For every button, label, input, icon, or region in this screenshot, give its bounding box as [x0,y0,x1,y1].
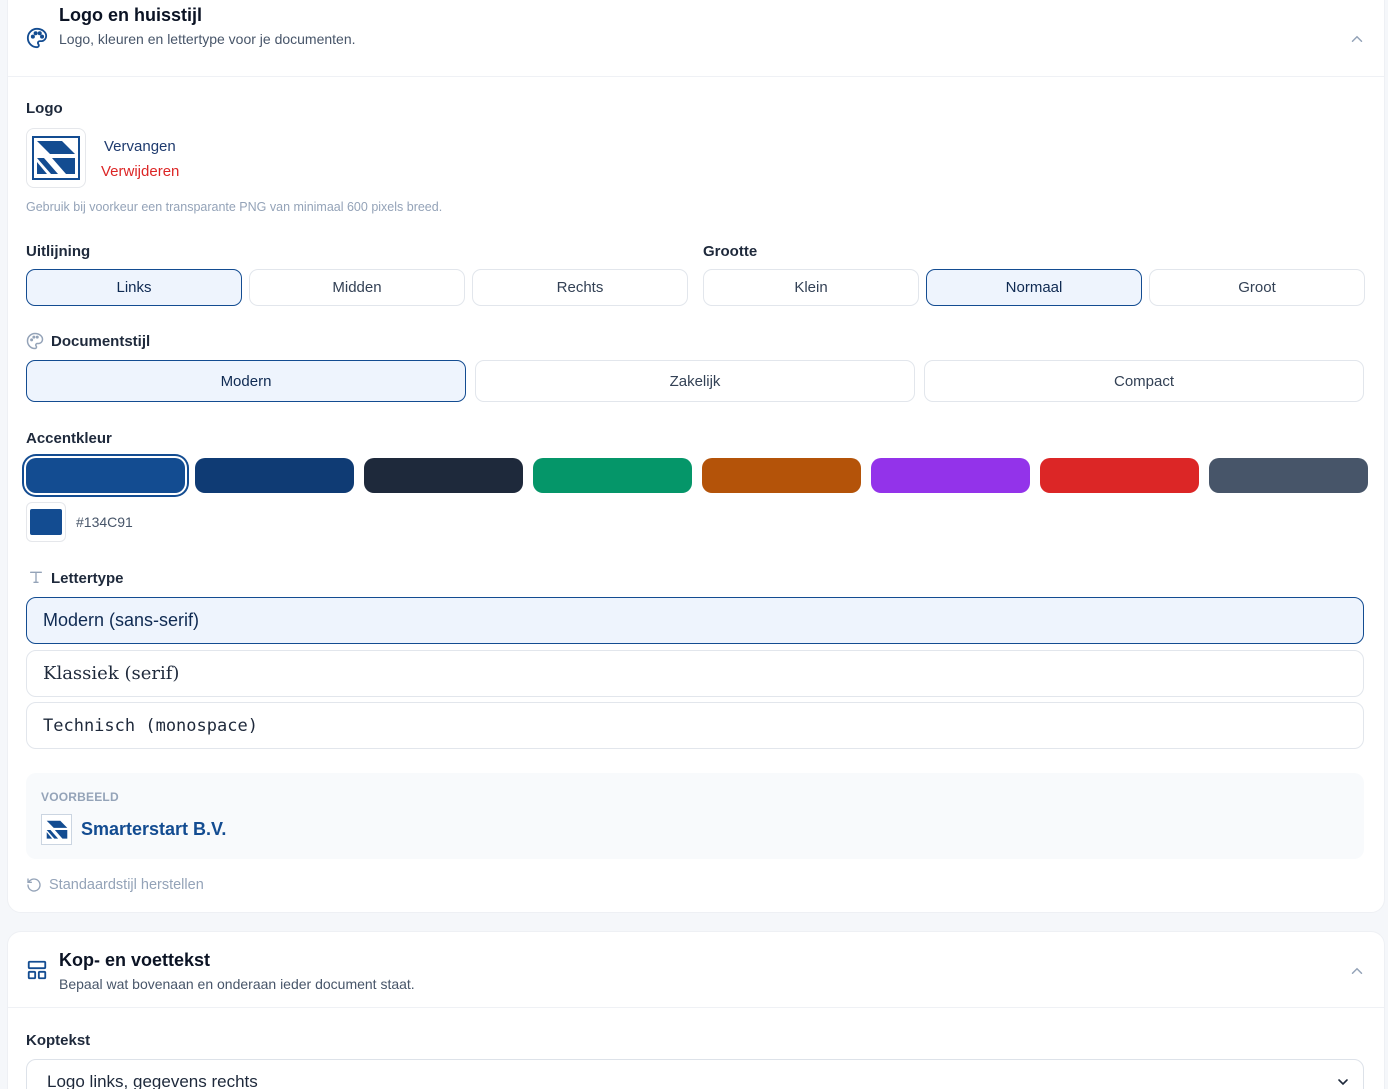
section-subtitle: Logo, kleuren en lettertype voor je docu… [59,31,356,47]
size-option-groot[interactable]: Groot [1149,269,1365,306]
logo-icon [32,136,80,180]
accent-swatch[interactable] [702,458,861,493]
palette-icon [26,27,48,49]
accent-swatch[interactable] [364,458,523,493]
branding-card-header[interactable]: Logo en huisstijl Logo, kleuren en lette… [8,1,1384,77]
section-title: Kop- en voettekst [59,950,211,970]
layout-icon [27,960,47,980]
accent-swatch[interactable] [871,458,1030,493]
logo-icon [46,820,67,839]
custom-color-picker[interactable] [26,502,66,542]
size-option-klein[interactable]: Klein [703,269,919,306]
section-title: Logo en huisstijl [59,5,202,25]
header-footer-card: Kop- en voettekst Bepaal wat bovenaan en… [7,931,1385,1089]
reset-style-button[interactable]: Standaardstijl herstellen [26,877,204,893]
reset-style-label: Standaardstijl herstellen [49,877,204,893]
alignment-option-rechts[interactable]: Rechts [472,269,688,306]
chevron-up-icon[interactable] [1348,30,1366,48]
header-footer-card-header[interactable]: Kop- en voettekst Bepaal wat bovenaan en… [8,932,1384,1008]
doc-style-option-compact[interactable]: Compact [924,360,1364,402]
reset-icon [27,878,41,892]
remove-logo-button[interactable]: Verwijderen [101,163,179,180]
doc-style-label: Documentstijl [51,333,151,350]
logo-label: Logo [26,100,63,117]
accent-label: Accentkleur [26,430,112,447]
style-preview: VOORBEELD Smarterstart B.V. [26,773,1364,859]
type-icon [30,571,42,583]
header-text-value: Logo links, gegevens rechts [47,1072,258,1089]
accent-swatch[interactable] [26,458,185,493]
preview-label: VOORBEELD [41,790,119,804]
section-subtitle: Bepaal wat bovenaan en onderaan ieder do… [59,976,415,992]
accent-swatch[interactable] [195,458,354,493]
alignment-label: Uitlijning [26,243,91,260]
font-option-serif[interactable]: Klassiek (serif) [26,650,1364,697]
font-label: Lettertype [51,570,124,587]
alignment-option-midden[interactable]: Midden [249,269,465,306]
size-label: Grootte [703,243,758,260]
font-option-sans[interactable]: Modern (sans-serif) [26,597,1364,644]
accent-swatch[interactable] [1209,458,1368,493]
chevron-up-icon[interactable] [1348,962,1366,980]
header-text-label: Koptekst [26,1032,91,1049]
branding-card: Logo en huisstijl Logo, kleuren en lette… [7,0,1385,913]
chevron-down-icon [1338,1079,1348,1086]
logo-hint: Gebruik bij voorkeur een transparante PN… [26,200,443,214]
preview-company-name: Smarterstart B.V. [81,819,227,839]
color-preview [30,509,62,535]
accent-swatch[interactable] [533,458,692,493]
doc-style-option-zakelijk[interactable]: Zakelijk [475,360,915,402]
font-option-mono[interactable]: Technisch (monospace) [26,702,1364,749]
accent-hex-value: #134C91 [76,514,133,530]
palette-icon [26,332,44,350]
header-text-select[interactable]: Logo links, gegevens rechts [26,1059,1364,1089]
doc-style-option-modern[interactable]: Modern [26,360,466,402]
preview-logo [41,814,72,845]
accent-swatch[interactable] [1040,458,1199,493]
logo-preview [26,128,86,188]
alignment-option-links[interactable]: Links [26,269,242,306]
replace-logo-button[interactable]: Vervangen [104,138,176,155]
size-option-normaal[interactable]: Normaal [926,269,1142,306]
